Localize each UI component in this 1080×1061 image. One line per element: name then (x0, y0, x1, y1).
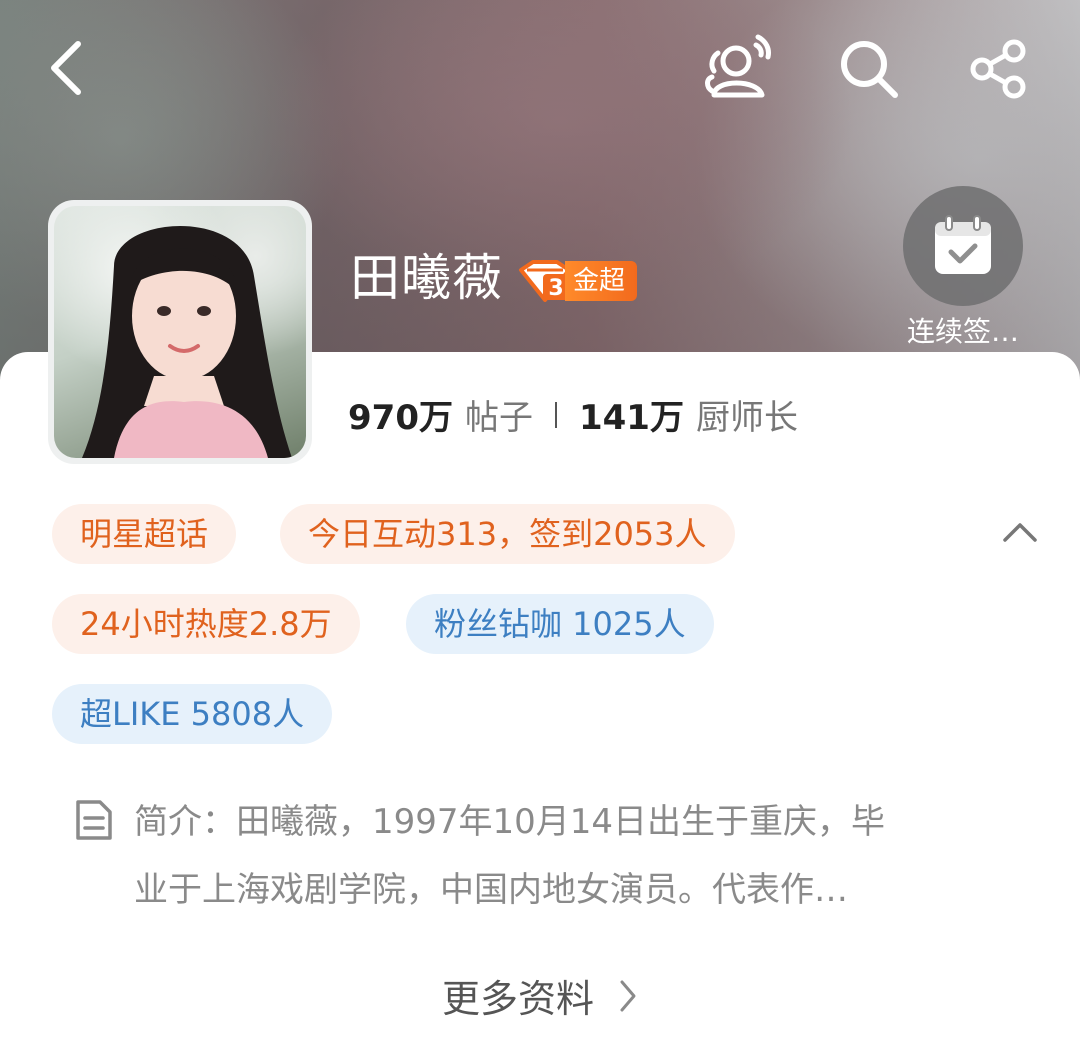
title-row: 田曦薇 3 金超 (350, 248, 638, 308)
checkin-label: 连续签… (906, 315, 1019, 348)
collapse-button[interactable] (990, 508, 1050, 556)
search-icon (841, 41, 898, 98)
badge-label: 金超 (565, 261, 638, 301)
tag-star-topic[interactable]: 明星超话 (52, 504, 237, 564)
stats-row: 970万 帖子 141万 厨师长 (348, 390, 798, 439)
more-info-link[interactable]: 更多资料 (0, 968, 1080, 1023)
level-badge[interactable]: 3 金超 (517, 260, 638, 302)
intro-section[interactable]: 简介：田曦薇，1997年10月14日出生于重庆，毕 业于上海戏剧学院，中国内地女… (74, 788, 994, 924)
more-info-label: 更多资料 (441, 977, 594, 1021)
tag-daily-interaction[interactable]: 今日互动313，签到2053人 (280, 504, 735, 564)
members-label: 厨师长 (695, 398, 798, 438)
group-chat-icon (705, 34, 771, 98)
share-button[interactable] (966, 36, 1032, 102)
posts-label: 帖子 (464, 398, 533, 438)
chevron-up-icon (1003, 523, 1037, 542)
checkin-button[interactable]: 连续签… (898, 186, 1028, 350)
intro-line-2: 业于上海戏剧学院，中国内地女演员。代表作… (134, 870, 848, 910)
posts-count: 970万 (348, 398, 453, 438)
avatar[interactable] (48, 200, 312, 464)
share-icon (970, 39, 1026, 99)
document-icon (76, 800, 112, 840)
group-chat-button[interactable] (700, 30, 776, 102)
search-button[interactable] (836, 36, 902, 102)
checkin-circle (903, 186, 1023, 306)
tag-24h-heat[interactable]: 24小时热度2.8万 (52, 594, 360, 654)
chevron-right-icon (620, 980, 636, 1011)
intro-text: 简介：田曦薇，1997年10月14日出生于重庆，毕 业于上海戏剧学院，中国内地女… (134, 788, 885, 924)
back-button[interactable] (36, 36, 96, 100)
tag-fan-diamond[interactable]: 粉丝钻咖 1025人 (406, 594, 714, 654)
badge-level: 3 (548, 276, 563, 301)
tag-super-like[interactable]: 超LIKE 5808人 (52, 684, 333, 744)
page-title: 田曦薇 (350, 249, 503, 307)
members-count: 141万 (578, 398, 684, 438)
avatar-portrait (82, 226, 292, 458)
intro-line-1: 简介：田曦薇，1997年10月14日出生于重庆，毕 (134, 802, 886, 842)
chevron-left-icon (51, 41, 81, 95)
avatar-image (54, 206, 306, 458)
stats-divider (554, 401, 557, 428)
calendar-check-icon (935, 215, 991, 274)
